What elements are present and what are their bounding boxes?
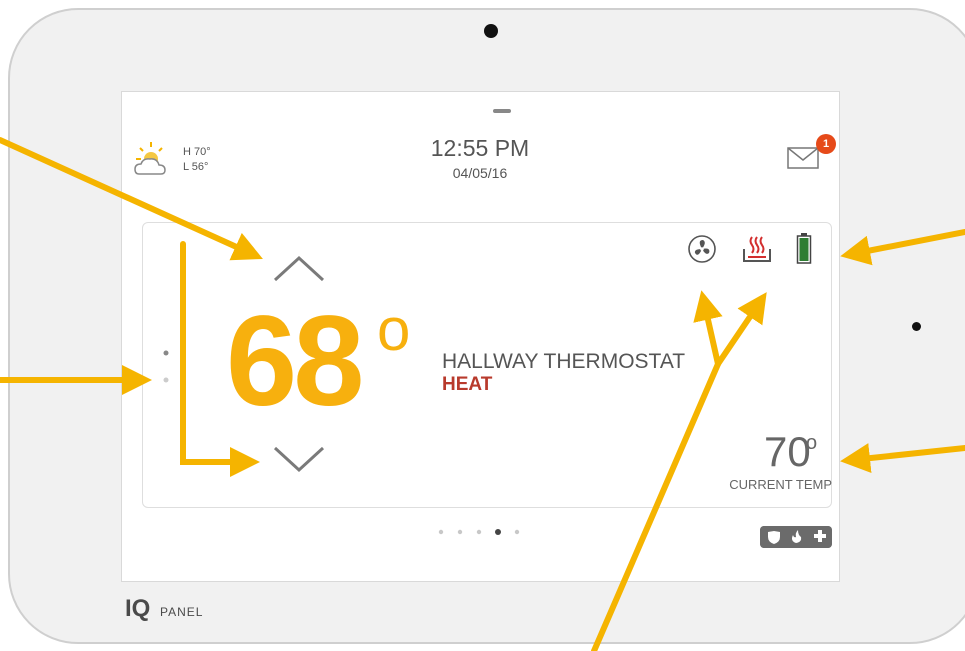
callout-arrow-fan bbox=[693, 290, 723, 367]
callout-arrow-mode-icons bbox=[591, 361, 721, 651]
callout-arrow-current-temp bbox=[840, 443, 965, 474]
callout-arrow-heat bbox=[715, 292, 767, 367]
callout-arrow-chevrons bbox=[180, 241, 260, 477]
callout-arrow-setpoint bbox=[0, 137, 263, 261]
callout-arrow-status-icons bbox=[840, 229, 965, 266]
annotation-arrows bbox=[0, 137, 965, 651]
